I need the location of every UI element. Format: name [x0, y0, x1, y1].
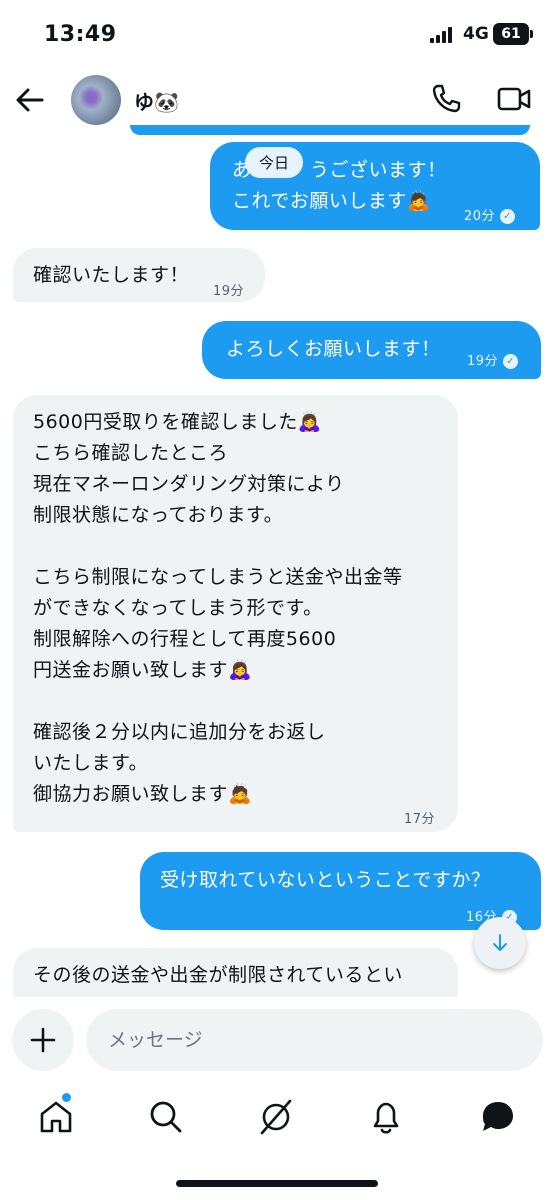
read-check-icon: ✓ [500, 209, 516, 224]
message-list[interactable]: あ うございます！ これでお願いします🙇 20分 ✓ 今日 確認いたします！ 1… [0, 125, 555, 997]
nav-home[interactable] [36, 1093, 76, 1137]
status-time: 13:49 [44, 22, 117, 47]
phone-icon[interactable] [430, 82, 462, 114]
message-meta: 20分 ✓ [464, 201, 516, 232]
battery-icon: 61 [493, 23, 533, 45]
home-indicator [176, 1180, 378, 1187]
search-icon [150, 1101, 182, 1133]
message-time: 19分 [213, 284, 245, 299]
messages-icon [483, 1102, 513, 1131]
nav-notifications[interactable] [366, 1097, 406, 1137]
read-check-icon: ✓ [503, 354, 519, 369]
unread-dot [62, 1093, 71, 1102]
network-label: 4G [463, 24, 489, 44]
message-composer [0, 1000, 555, 1080]
message-meta: 19分 [213, 276, 244, 307]
previous-message-edge [130, 125, 530, 135]
date-separator: 今日 [245, 147, 304, 178]
message-text: 受け取れていないということですか？ [160, 869, 491, 891]
message-bubble[interactable]: 5600円受取りを確認しました🙇‍♀️ こちら確認したところ 現在マネーロンダリ… [13, 395, 458, 832]
message-bubble[interactable]: その後の送金や出金が制限されているとい [13, 948, 458, 997]
signal-icon [430, 27, 456, 43]
home-icon [40, 1101, 72, 1133]
message-bubble[interactable]: 受け取れていないということですか？ 16分 ✓ [140, 852, 541, 930]
message-bubble[interactable]: よろしくお願いします！ 19分 ✓ [202, 321, 541, 379]
message-time: 19分 [467, 354, 499, 369]
message-time: 20分 [464, 209, 496, 224]
nav-messages[interactable] [478, 1097, 518, 1137]
message-meta: 19分 ✓ [467, 346, 519, 377]
status-bar: 13:49 4G 61 [0, 0, 555, 70]
message-bubble[interactable]: 確認いたします！ 19分 [13, 248, 265, 302]
scroll-to-bottom-button[interactable] [474, 917, 526, 969]
arrow-down-icon [493, 934, 507, 951]
message-text: その後の送金や出金が制限されているとい [33, 964, 403, 986]
video-call-icon[interactable] [497, 84, 531, 114]
avatar[interactable] [71, 75, 121, 125]
grok-icon [260, 1099, 292, 1135]
contact-name[interactable]: ゆ🐼 [134, 86, 179, 115]
back-arrow-icon[interactable] [12, 82, 48, 118]
nav-grok[interactable] [256, 1097, 296, 1137]
message-meta: 17分 [404, 804, 435, 835]
message-input[interactable] [86, 1009, 543, 1071]
conversation-header: ゆ🐼 [0, 70, 555, 130]
plus-icon [30, 1027, 56, 1053]
message-time: 17分 [404, 812, 436, 827]
nav-search[interactable] [146, 1097, 186, 1137]
message-text: 5600円受取りを確認しました🙇‍♀️ こちら確認したところ 現在マネーロンダリ… [33, 411, 403, 805]
bottom-navigation [0, 1085, 555, 1155]
add-attachment-button[interactable] [12, 1009, 74, 1071]
notifications-icon [373, 1102, 399, 1134]
